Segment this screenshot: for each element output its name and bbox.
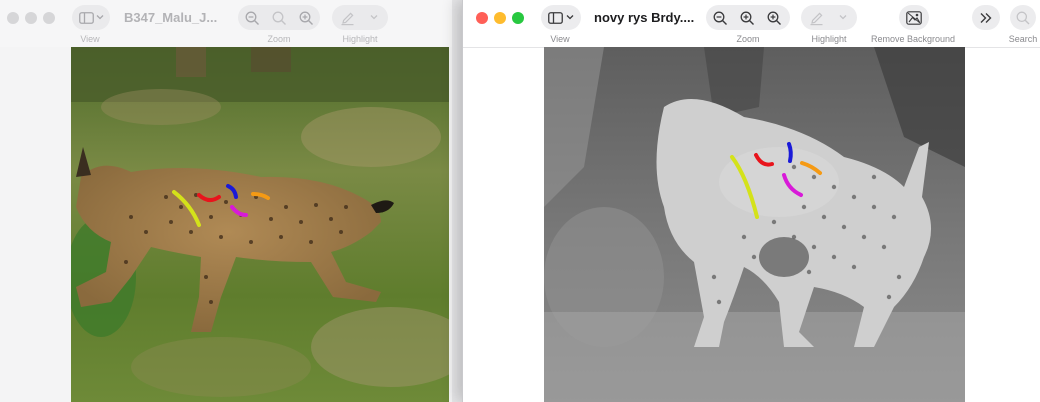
search-label: Search	[1008, 34, 1038, 44]
minimize-button[interactable]	[25, 12, 37, 24]
highlight-label: Highlight	[342, 34, 378, 44]
more-chevrons-icon	[977, 9, 995, 27]
highlight-label: Highlight	[811, 34, 847, 44]
chevron-down-icon	[837, 12, 849, 22]
document-image	[71, 47, 449, 402]
zoom-fit-icon[interactable]	[270, 9, 288, 27]
window-title: novy rys Brdy....	[594, 10, 695, 25]
chevron-down-icon	[95, 12, 105, 22]
zoom-window-button[interactable]	[43, 12, 55, 24]
zoom-label: Zoom	[736, 34, 760, 44]
close-button[interactable]	[7, 12, 19, 24]
zoom-in-icon[interactable]	[738, 9, 756, 27]
document-image	[544, 47, 965, 402]
chevron-down-icon	[565, 12, 575, 22]
zoom-label: Zoom	[267, 34, 291, 44]
sidebar-icon	[546, 10, 564, 25]
zoom-out-icon[interactable]	[243, 9, 261, 27]
preview-window-left: View B347_Malu_J... Zoom Highlight	[0, 0, 452, 402]
minimize-button[interactable]	[494, 12, 506, 24]
close-button[interactable]	[476, 12, 488, 24]
search-icon	[1014, 9, 1032, 27]
zoom-out-icon[interactable]	[711, 9, 729, 27]
remove-background-icon	[905, 9, 923, 27]
view-label: View	[550, 34, 570, 44]
window-title: B347_Malu_J...	[124, 10, 218, 25]
pencil-icon	[807, 9, 825, 27]
view-label: View	[80, 34, 100, 44]
chevron-down-icon	[368, 12, 380, 22]
remove-background-label: Remove Background	[870, 34, 956, 44]
zoom-in-plus-icon[interactable]	[765, 9, 783, 27]
marker-blue	[787, 142, 793, 163]
zoom-in-icon[interactable]	[297, 9, 315, 27]
zoom-window-button[interactable]	[512, 12, 524, 24]
toolbar: View B347_Malu_J... Zoom Highlight	[0, 0, 452, 47]
pencil-icon	[338, 9, 356, 27]
toolbar: View novy rys Brdy.... Zoom Highlight Re…	[463, 0, 1040, 48]
preview-window-right: View novy rys Brdy.... Zoom Highlight Re…	[462, 0, 1040, 402]
sidebar-icon	[77, 10, 95, 25]
